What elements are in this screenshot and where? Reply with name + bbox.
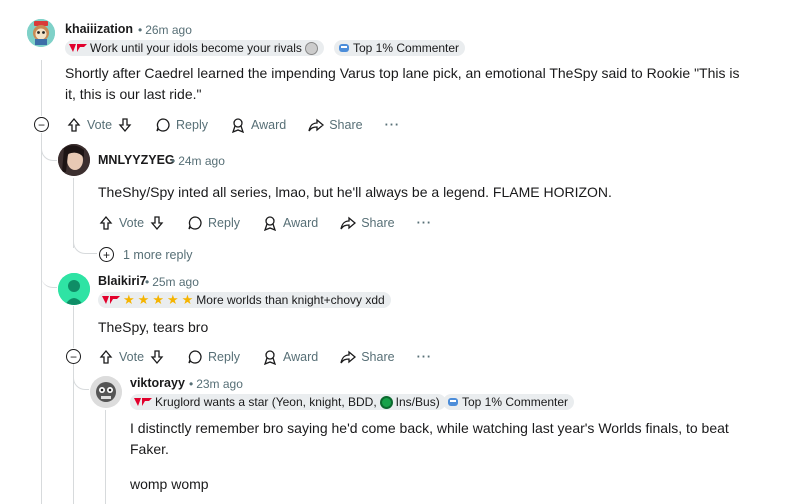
viktor-avatar-icon bbox=[90, 376, 122, 408]
share-icon bbox=[340, 350, 357, 364]
comment-body: Shortly after Caedrel learned the impend… bbox=[65, 65, 740, 102]
more-replies-link[interactable]: 1 more reply bbox=[123, 248, 192, 262]
award-button[interactable]: Award bbox=[230, 117, 286, 133]
award-icon bbox=[263, 350, 277, 365]
thread-line-reply-4[interactable] bbox=[105, 410, 106, 504]
share-icon bbox=[308, 118, 325, 132]
collapse-button[interactable]: − bbox=[34, 117, 49, 132]
reply-button[interactable]: Reply bbox=[187, 215, 240, 231]
share-button[interactable]: Share bbox=[340, 215, 395, 231]
share-icon bbox=[340, 216, 357, 230]
avatar[interactable] bbox=[58, 144, 90, 176]
comment-body-line: Faker. bbox=[130, 441, 169, 457]
username[interactable]: Blaikiri7 bbox=[98, 274, 147, 288]
award-icon bbox=[263, 216, 277, 231]
more-options-button[interactable]: ··· bbox=[417, 216, 433, 230]
username[interactable]: MNLYYZYEG bbox=[98, 153, 175, 167]
vote-group: Vote bbox=[98, 215, 165, 231]
reply-icon bbox=[188, 216, 202, 230]
timestamp: • 26m ago bbox=[138, 23, 192, 37]
award-button[interactable]: Award bbox=[262, 349, 318, 365]
reply-button[interactable]: Reply bbox=[187, 349, 240, 365]
user-flair: Work until your idols become your rivals bbox=[65, 40, 324, 56]
username[interactable]: viktorayy bbox=[130, 376, 185, 390]
vote-label: Vote bbox=[119, 350, 145, 364]
comment-body: TheSpy, tears bro bbox=[98, 319, 209, 335]
thread-elbow-reply-1 bbox=[41, 133, 57, 161]
expand-icon: + bbox=[102, 247, 110, 262]
award-button[interactable]: Award bbox=[262, 215, 318, 231]
more-options-button[interactable]: ··· bbox=[385, 118, 401, 132]
top-commenter-badge: Top 1% Commenter bbox=[443, 394, 575, 410]
collapse-icon: − bbox=[37, 117, 45, 132]
snoo-avatar-icon bbox=[58, 273, 90, 305]
upvote-icon[interactable] bbox=[66, 117, 82, 133]
avatar[interactable] bbox=[90, 376, 122, 408]
star-icon: ★ bbox=[181, 292, 194, 307]
user-photo-icon bbox=[58, 144, 90, 176]
vote-group: Vote bbox=[98, 349, 165, 365]
comment-actions: Vote Reply Award Share ··· bbox=[66, 113, 414, 137]
t1-logo-icon bbox=[102, 296, 120, 304]
vote-group: Vote bbox=[66, 117, 133, 133]
downvote-icon[interactable] bbox=[117, 117, 133, 133]
comment-body-line: I distinctly remember bro saying he'd co… bbox=[130, 420, 729, 436]
more-options-button[interactable]: ··· bbox=[417, 350, 433, 364]
timestamp: • 24m ago bbox=[171, 154, 225, 168]
thread-line-reply-2[interactable] bbox=[73, 306, 74, 348]
thread-elbow-reply-3 bbox=[73, 364, 89, 390]
reply-button[interactable]: Reply bbox=[155, 117, 208, 133]
thread-elbow-reply-2 bbox=[41, 160, 57, 288]
vote-label: Vote bbox=[87, 118, 113, 132]
t1-logo-icon bbox=[134, 398, 152, 406]
downvote-icon[interactable] bbox=[149, 349, 165, 365]
timestamp: • 23m ago bbox=[189, 377, 243, 391]
avatar[interactable] bbox=[58, 273, 90, 305]
reply-icon bbox=[188, 350, 202, 364]
upvote-icon[interactable] bbox=[98, 349, 114, 365]
comment-body-line: womp womp bbox=[130, 476, 209, 492]
star-icon: ★ bbox=[166, 292, 179, 307]
star-icon: ★ bbox=[137, 292, 150, 307]
star-icon: ★ bbox=[123, 292, 135, 307]
thread-line-reply-3[interactable] bbox=[73, 364, 74, 504]
team-logo-icon bbox=[379, 395, 393, 409]
expand-button[interactable]: + bbox=[99, 247, 114, 262]
star-icon: ★ bbox=[152, 292, 164, 307]
collapse-button[interactable]: − bbox=[66, 349, 81, 364]
username[interactable]: khaiiization bbox=[65, 22, 133, 36]
reply-icon bbox=[156, 118, 170, 132]
vote-label: Vote bbox=[119, 216, 145, 230]
downvote-icon[interactable] bbox=[149, 215, 165, 231]
upvote-icon[interactable] bbox=[98, 215, 114, 231]
user-flair: ★ ★ ★ ★ ★ More worlds than knight+chovy … bbox=[98, 292, 391, 308]
award-icon bbox=[231, 118, 245, 133]
avatar[interactable] bbox=[27, 19, 55, 47]
top-commenter-icon bbox=[339, 44, 349, 52]
sloth-avatar-icon bbox=[27, 19, 55, 47]
user-flair: Kruglord wants a star (Yeon, knight, BDD… bbox=[130, 394, 446, 410]
t1-logo-icon bbox=[69, 44, 87, 52]
thread-elbow-more bbox=[73, 232, 97, 254]
top-commenter-icon bbox=[448, 398, 458, 406]
comment-body: TheShy/Spy inted all series, lmao, but h… bbox=[98, 184, 612, 200]
top-commenter-badge: Top 1% Commenter bbox=[334, 40, 466, 56]
share-button[interactable]: Share bbox=[308, 117, 363, 133]
timestamp: • 25m ago bbox=[145, 275, 199, 289]
share-button[interactable]: Share bbox=[340, 349, 395, 365]
comment-actions: Vote Reply Award Share ··· bbox=[98, 211, 446, 235]
collapse-icon: − bbox=[69, 349, 77, 364]
thread-line-root[interactable] bbox=[41, 60, 42, 116]
cat-face-icon bbox=[304, 41, 318, 55]
comment-actions: Vote Reply Award Share ··· bbox=[98, 345, 446, 369]
